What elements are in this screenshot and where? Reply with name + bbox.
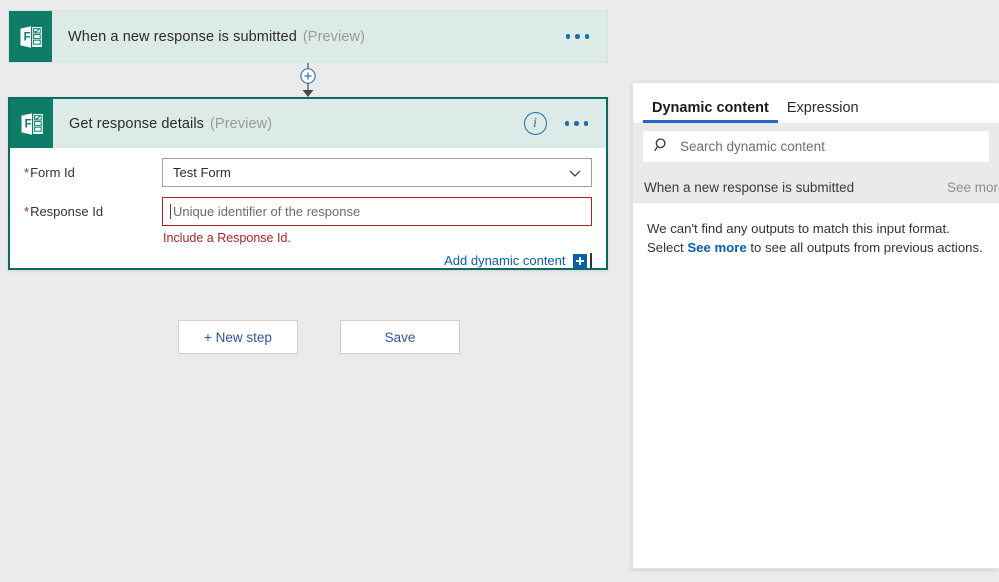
response-id-label: *Response Id	[24, 197, 162, 219]
group-title: When a new response is submitted	[644, 179, 855, 195]
flow-action-buttons: + New step Save	[178, 320, 460, 354]
empty-state-suffix: to see all outputs from previous actions…	[746, 240, 983, 255]
microsoft-forms-icon: F	[10, 99, 53, 148]
svg-text:F: F	[24, 118, 31, 130]
action-title-text: Get response details	[69, 115, 204, 132]
svg-text:F: F	[23, 31, 30, 43]
form-id-label: *Form Id	[24, 158, 162, 180]
response-id-input[interactable]: Unique identifier of the response	[162, 197, 592, 226]
flow-canvas: F When a new response is submitted (Prev…	[0, 0, 632, 582]
trigger-title-text: When a new response is submitted	[68, 28, 297, 45]
empty-state-line1: We can't find any outputs to match this …	[647, 221, 950, 236]
trigger-preview-label: (Preview)	[302, 28, 366, 45]
action-preview-label: (Preview)	[210, 115, 273, 132]
ellipsis-icon[interactable]	[563, 115, 591, 132]
dynamic-content-group-header: When a new response is submitted See mor…	[633, 171, 999, 203]
required-marker: *	[24, 165, 30, 180]
trigger-title: When a new response is submitted (Previe…	[52, 11, 564, 62]
panel-tab-list: Dynamic content Expression	[633, 83, 999, 123]
form-id-dropdown[interactable]: Test Form	[162, 158, 592, 187]
form-id-label-text: Form Id	[30, 165, 75, 180]
text-caret	[170, 204, 171, 219]
response-id-control: Unique identifier of the response Includ…	[162, 197, 606, 245]
arrow-down-icon	[302, 90, 314, 97]
trigger-card[interactable]: F When a new response is submitted (Prev…	[8, 10, 608, 63]
see-more-inline-link[interactable]: See more	[687, 240, 746, 255]
see-more-link[interactable]: See more	[947, 180, 999, 195]
required-marker: *	[24, 204, 30, 219]
ellipsis-icon[interactable]	[564, 28, 592, 45]
save-button[interactable]: Save	[340, 320, 460, 354]
add-dynamic-content-row: Add dynamic content	[10, 253, 606, 268]
field-response-id: *Response Id Unique identifier of the re…	[10, 197, 606, 245]
form-id-control: Test Form	[162, 158, 606, 187]
empty-state-line2: Select See more to see all outputs from …	[647, 238, 985, 257]
new-step-button[interactable]: + New step	[178, 320, 298, 354]
form-id-value: Test Form	[173, 165, 231, 180]
panel-search-band: Search dynamic content	[633, 123, 999, 171]
search-icon	[654, 137, 670, 156]
info-icon[interactable]: i	[523, 112, 547, 135]
plus-circle-icon	[300, 68, 316, 84]
plus-square-icon[interactable]	[572, 253, 587, 268]
action-card-header: F Get response details (Preview) i	[10, 99, 606, 148]
tab-dynamic-content[interactable]: Dynamic content	[643, 100, 778, 123]
action-card[interactable]: F Get response details (Preview) i *Form…	[8, 97, 608, 270]
trigger-header-icons	[564, 11, 608, 62]
action-card-body: *Form Id Test Form *Response Id Unique i…	[10, 158, 606, 268]
dynamic-content-caret	[589, 253, 592, 268]
search-dynamic-content-input[interactable]: Search dynamic content	[643, 131, 989, 162]
action-title: Get response details (Preview)	[53, 99, 524, 148]
field-form-id: *Form Id Test Form	[10, 158, 606, 187]
empty-state-prefix: Select	[647, 240, 688, 255]
response-id-error: Include a Response Id.	[163, 231, 291, 245]
dynamic-content-panel: Dynamic content Expression Search dynami…	[632, 82, 999, 569]
search-placeholder: Search dynamic content	[680, 139, 825, 154]
microsoft-forms-icon: F	[9, 11, 52, 62]
chevron-down-icon	[567, 165, 583, 181]
action-header-icons: i	[523, 99, 607, 148]
response-id-label-text: Response Id	[30, 204, 104, 219]
flow-connector	[283, 63, 333, 97]
empty-state-message: We can't find any outputs to match this …	[633, 203, 999, 257]
add-dynamic-content-link[interactable]: Add dynamic content	[444, 253, 565, 268]
tab-expression[interactable]: Expression	[778, 100, 868, 123]
response-id-placeholder: Unique identifier of the response	[173, 204, 361, 219]
